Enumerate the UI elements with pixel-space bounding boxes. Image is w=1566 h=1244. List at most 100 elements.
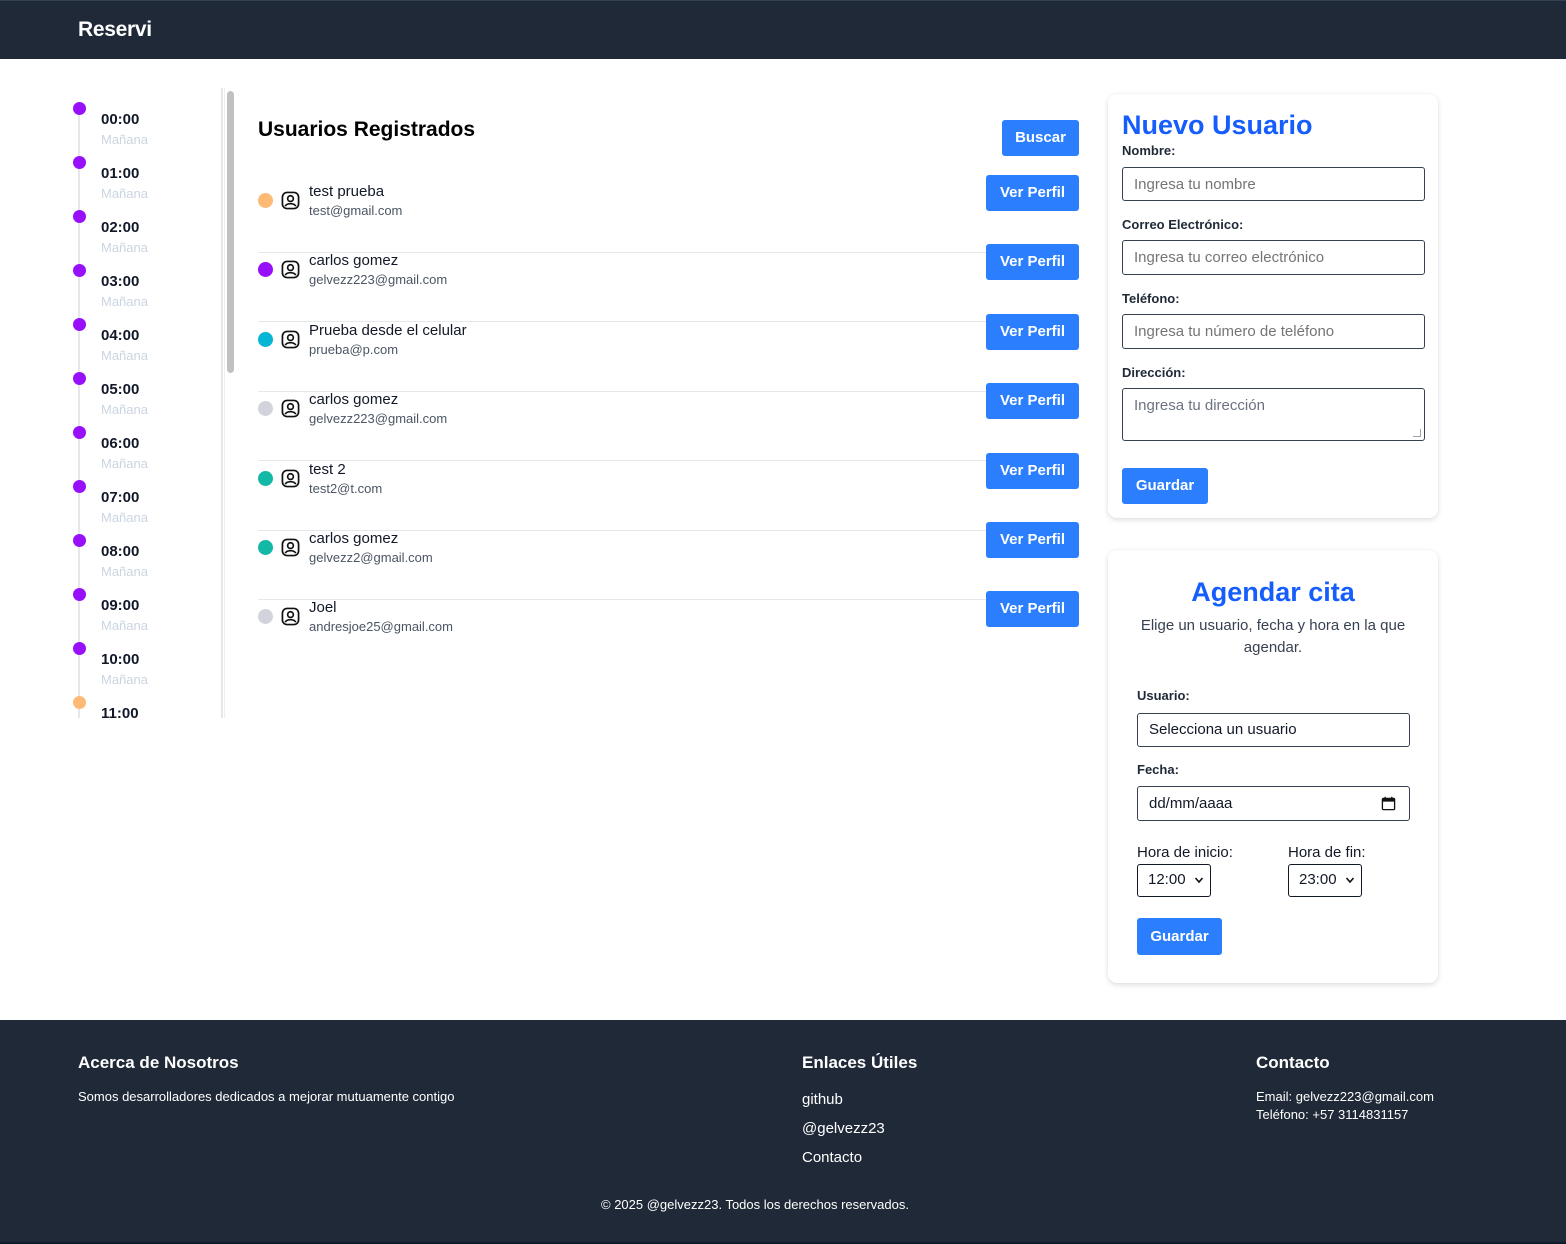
footer-links-title: Enlaces Útiles (802, 1053, 918, 1072)
timeline-slot[interactable]: 08:00 Mañana (60, 520, 220, 579)
save-appointment-button[interactable]: Guardar (1137, 918, 1222, 955)
address-placeholder: Ingresa tu dirección (1134, 397, 1265, 414)
footer-contact-email: Email: gelvezz223@gmail.com (1256, 1089, 1434, 1104)
user-row: carlos gomez gelvezz2@gmail.com Ver Perfil (258, 522, 1079, 600)
hour-timeline[interactable]: 00:00 Mañana 01:00 Mañana 02:00 Mañana 03:00 Ma… (60, 88, 238, 718)
user-email: gelvezz223@gmail.com (309, 411, 448, 427)
start-time-label: Hora de inicio: (1137, 844, 1233, 861)
save-user-button[interactable]: Guardar (1122, 468, 1208, 504)
phone-input[interactable] (1122, 314, 1425, 349)
timeline-slot[interactable]: 09:00 Mañana (60, 574, 220, 633)
brand-logo[interactable]: Reservi (78, 18, 152, 42)
timeline-slot[interactable]: 07:00 Mañana (60, 466, 220, 525)
footer: Acerca de Nosotros Somos desarrolladores… (0, 1020, 1566, 1244)
new-user-title: Nuevo Usuario (1122, 110, 1313, 140)
status-dot (258, 470, 273, 486)
timeline-slot[interactable]: 04:00 Mañana (60, 304, 220, 363)
status-dot (258, 193, 273, 208)
status-dot (258, 540, 273, 555)
status-dot (258, 331, 273, 347)
user-circle-icon (281, 399, 300, 418)
timeline-time: 06:00 (101, 435, 140, 452)
user-email: test2@t.com (309, 480, 383, 496)
timeline-slot[interactable]: 10:00 Mañana (60, 628, 220, 687)
users-title: Usuarios Registrados (258, 118, 476, 141)
timeline-dot (73, 210, 86, 223)
timeline-dot (73, 480, 86, 493)
view-profile-button[interactable]: Ver Perfil (986, 175, 1079, 211)
timeline-slot[interactable]: 00:00 Mañana (60, 88, 220, 147)
search-button[interactable]: Buscar (1002, 120, 1079, 156)
view-profile-button[interactable]: Ver Perfil (986, 313, 1079, 350)
user-name: carlos gomez (309, 252, 399, 270)
footer-contact-phone: Teléfono: +57 3114831157 (1256, 1107, 1409, 1122)
timeline-dot (73, 534, 86, 547)
user-email: prueba@p.com (309, 341, 399, 357)
user-email: gelvezz2@gmail.com (309, 550, 433, 565)
timeline-time: 05:00 (101, 381, 140, 398)
date-input[interactable]: dd/mm/aaaa (1137, 786, 1410, 821)
phone-label: Teléfono: (1122, 291, 1180, 306)
resize-grip-icon[interactable] (1413, 429, 1421, 437)
appointment-title: Agendar cita (1191, 577, 1355, 607)
email-input[interactable] (1122, 240, 1425, 275)
timeline-dot (73, 426, 86, 439)
end-time-select[interactable]: 23:00 (1288, 864, 1362, 897)
timeline-slot[interactable]: 05:00 Mañana (60, 358, 220, 417)
user-circle-icon (281, 469, 300, 488)
user-name: carlos gomez (309, 530, 399, 547)
user-name: test 2 (309, 460, 346, 478)
footer-about-title: Acerca de Nosotros (78, 1053, 239, 1072)
timeline-dot (73, 156, 86, 169)
user-row: Joel andresjoe25@gmail.com Ver Perfil (258, 591, 1079, 669)
timeline-slot[interactable]: 03:00 Mañana (60, 250, 220, 309)
view-profile-button[interactable]: Ver Perfil (986, 522, 1079, 558)
timeline-dot (73, 318, 86, 331)
status-dot (258, 262, 273, 278)
status-dot (258, 401, 273, 417)
footer-contact-title: Contacto (1256, 1053, 1330, 1072)
timeline-dot (73, 696, 86, 709)
user-select[interactable]: Selecciona un usuario (1137, 713, 1410, 747)
address-textarea[interactable]: Ingresa tu dirección (1122, 388, 1425, 441)
user-name: Joel (309, 599, 337, 617)
timeline-time: 11:00 (101, 705, 139, 718)
calendar-icon[interactable] (1381, 796, 1396, 811)
timeline-slot[interactable]: 11:00Mañana (60, 682, 220, 718)
view-profile-button[interactable]: Ver Perfil (986, 591, 1079, 628)
user-row: Prueba desde el celular prueba@p.com Ver P… (258, 313, 1079, 392)
start-time-value: 12:00 (1148, 871, 1186, 888)
user-circle-icon (281, 607, 300, 626)
timeline-time: 04:00 (101, 327, 140, 344)
end-time-value: 23:00 (1299, 871, 1337, 888)
timeline-dot (73, 588, 86, 601)
appointment-card: Agendar cita Elige un usuario, fecha y h… (1108, 550, 1438, 983)
timeline-slot[interactable]: 06:00 Mañana (60, 412, 220, 471)
user-row: test prueba test@gmail.com Ver Perfil (258, 175, 1079, 253)
start-time-select[interactable]: 12:00 (1137, 864, 1211, 897)
view-profile-button[interactable]: Ver Perfil (986, 452, 1079, 489)
footer-link-contacto[interactable]: Contacto (802, 1149, 862, 1166)
view-profile-button[interactable]: Ver Perfil (986, 244, 1079, 281)
name-input[interactable] (1122, 167, 1425, 201)
user-email: andresjoe25@gmail.com (309, 619, 453, 635)
footer-link-gelvezz23[interactable]: @gelvezz23 (802, 1120, 885, 1137)
footer-about-text: Somos desarrolladores dedicados a mejora… (78, 1089, 455, 1104)
user-select-label: Usuario: (1137, 688, 1190, 703)
user-email: test@gmail.com (309, 203, 403, 218)
footer-link-github[interactable]: github (802, 1091, 843, 1108)
top-navbar: Reservi (0, 0, 1566, 59)
status-dot (258, 609, 273, 625)
timeline-dot (73, 372, 86, 385)
name-label: Nombre: (1122, 143, 1176, 158)
timeline-divider (221, 88, 223, 718)
timeline-dot (73, 642, 86, 655)
view-profile-button[interactable]: Ver Perfil (986, 383, 1079, 420)
appointment-subtitle: Elige un usuario, fecha y hora en la que… (1140, 617, 1406, 656)
user-name: test prueba (309, 183, 385, 200)
timeline-scrollbar-thumb[interactable] (227, 91, 234, 373)
timeline-slot[interactable]: 02:00 Mañana (60, 196, 220, 255)
user-circle-icon (281, 330, 300, 349)
timeline-dot (73, 102, 86, 115)
timeline-slot[interactable]: 01:00 Mañana (60, 142, 220, 201)
